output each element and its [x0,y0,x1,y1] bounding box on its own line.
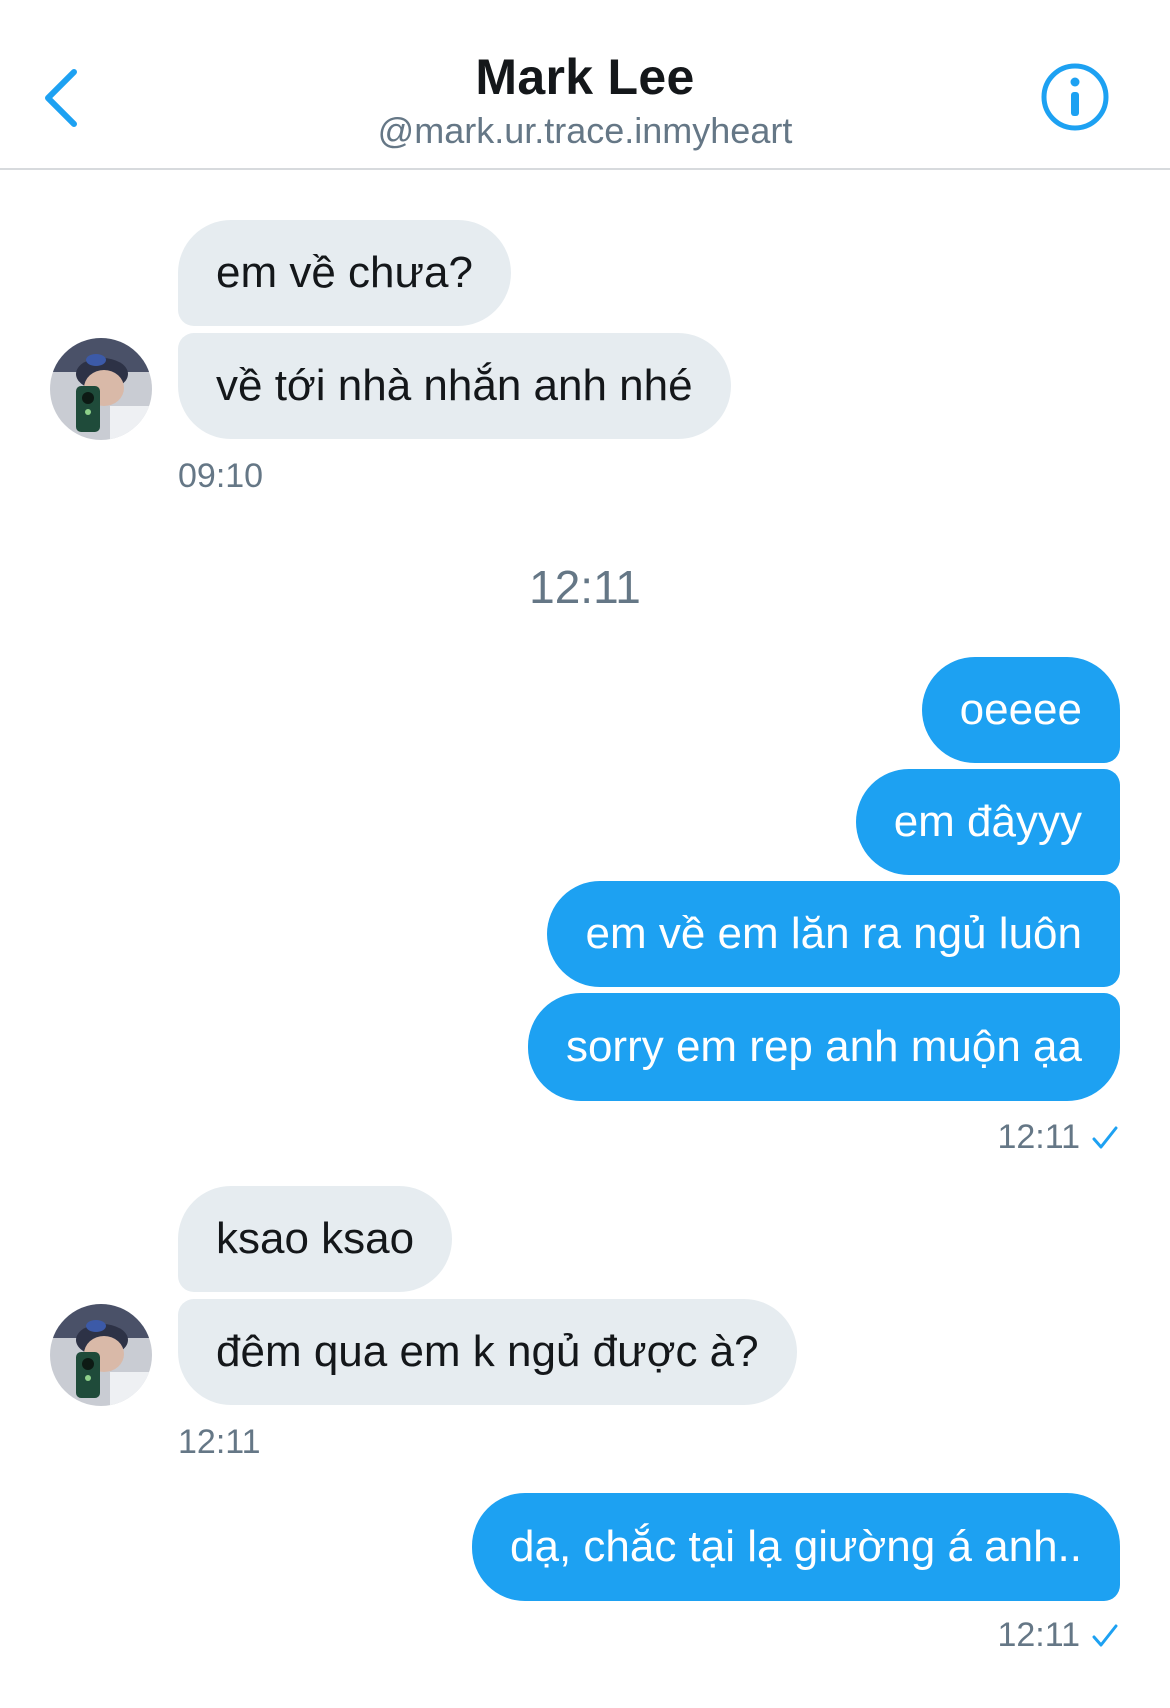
outgoing-message[interactable]: dạ, chắc tại lạ giường á anh.. [472,1493,1120,1601]
conversation-header: Mark Lee @mark.ur.trace.inmyheart [0,0,1170,170]
message-status: 12:11 [997,1616,1120,1655]
outgoing-message[interactable]: em về em lăn ra ngủ luôn [547,881,1120,987]
incoming-message[interactable]: về tới nhà nhắn anh nhé [178,333,731,439]
read-checkmark-icon [1092,1624,1118,1646]
message-timestamp: 12:11 [178,1423,261,1461]
incoming-message[interactable]: em về chưa? [178,220,511,326]
message-timestamp: 12:11 [997,1118,1080,1156]
info-icon[interactable] [1040,62,1110,132]
message-status: 12:11 [997,1118,1120,1157]
outgoing-message[interactable]: sorry em rep anh muộn ạa [527,993,1120,1101]
read-checkmark-icon [1092,1126,1118,1148]
incoming-message[interactable]: đêm qua em k ngủ được à? [178,1299,797,1405]
date-divider: 12:11 [529,561,641,613]
message-timestamp: 09:10 [178,457,264,495]
outgoing-message[interactable]: oeeee [921,657,1120,763]
message-timestamp: 12:11 [997,1616,1080,1654]
contact-avatar[interactable] [50,338,152,440]
contact-handle[interactable]: @mark.ur.trace.inmyheart [0,110,1170,152]
contact-avatar[interactable] [50,1304,152,1406]
incoming-message[interactable]: ksao ksao [178,1186,453,1292]
contact-name[interactable]: Mark Lee [0,48,1170,106]
outgoing-message[interactable]: em đâyyy [855,769,1120,875]
